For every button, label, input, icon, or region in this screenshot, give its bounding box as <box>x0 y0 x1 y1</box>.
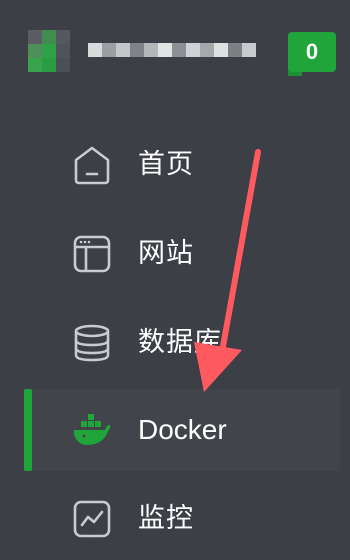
sidebar-item-monitor[interactable]: 监控 <box>24 478 340 560</box>
sidebar-item-website[interactable]: 网站 <box>24 213 340 295</box>
active-indicator <box>24 389 32 471</box>
database-icon <box>72 323 112 363</box>
sidebar-item-label: 网站 <box>138 238 194 269</box>
sidebar-item-database[interactable]: 数据库 <box>24 302 340 384</box>
sidebar-item-label: 首页 <box>138 149 194 180</box>
home-icon <box>72 145 112 185</box>
monitor-icon <box>72 499 112 539</box>
sidebar-header: 0 <box>0 0 350 100</box>
sidebar-item-label: Docker <box>138 414 227 445</box>
avatar[interactable] <box>28 30 74 76</box>
sidebar-item-home[interactable]: 首页 <box>24 124 340 206</box>
sidebar-item-label: 监控 <box>138 503 194 534</box>
website-icon <box>72 234 112 274</box>
sidebar-item-label: 数据库 <box>138 327 222 358</box>
sidebar-item-docker[interactable]: Docker <box>24 389 340 471</box>
notification-badge[interactable]: 0 <box>288 32 336 72</box>
docker-icon <box>72 410 112 450</box>
username-redacted <box>88 40 256 60</box>
